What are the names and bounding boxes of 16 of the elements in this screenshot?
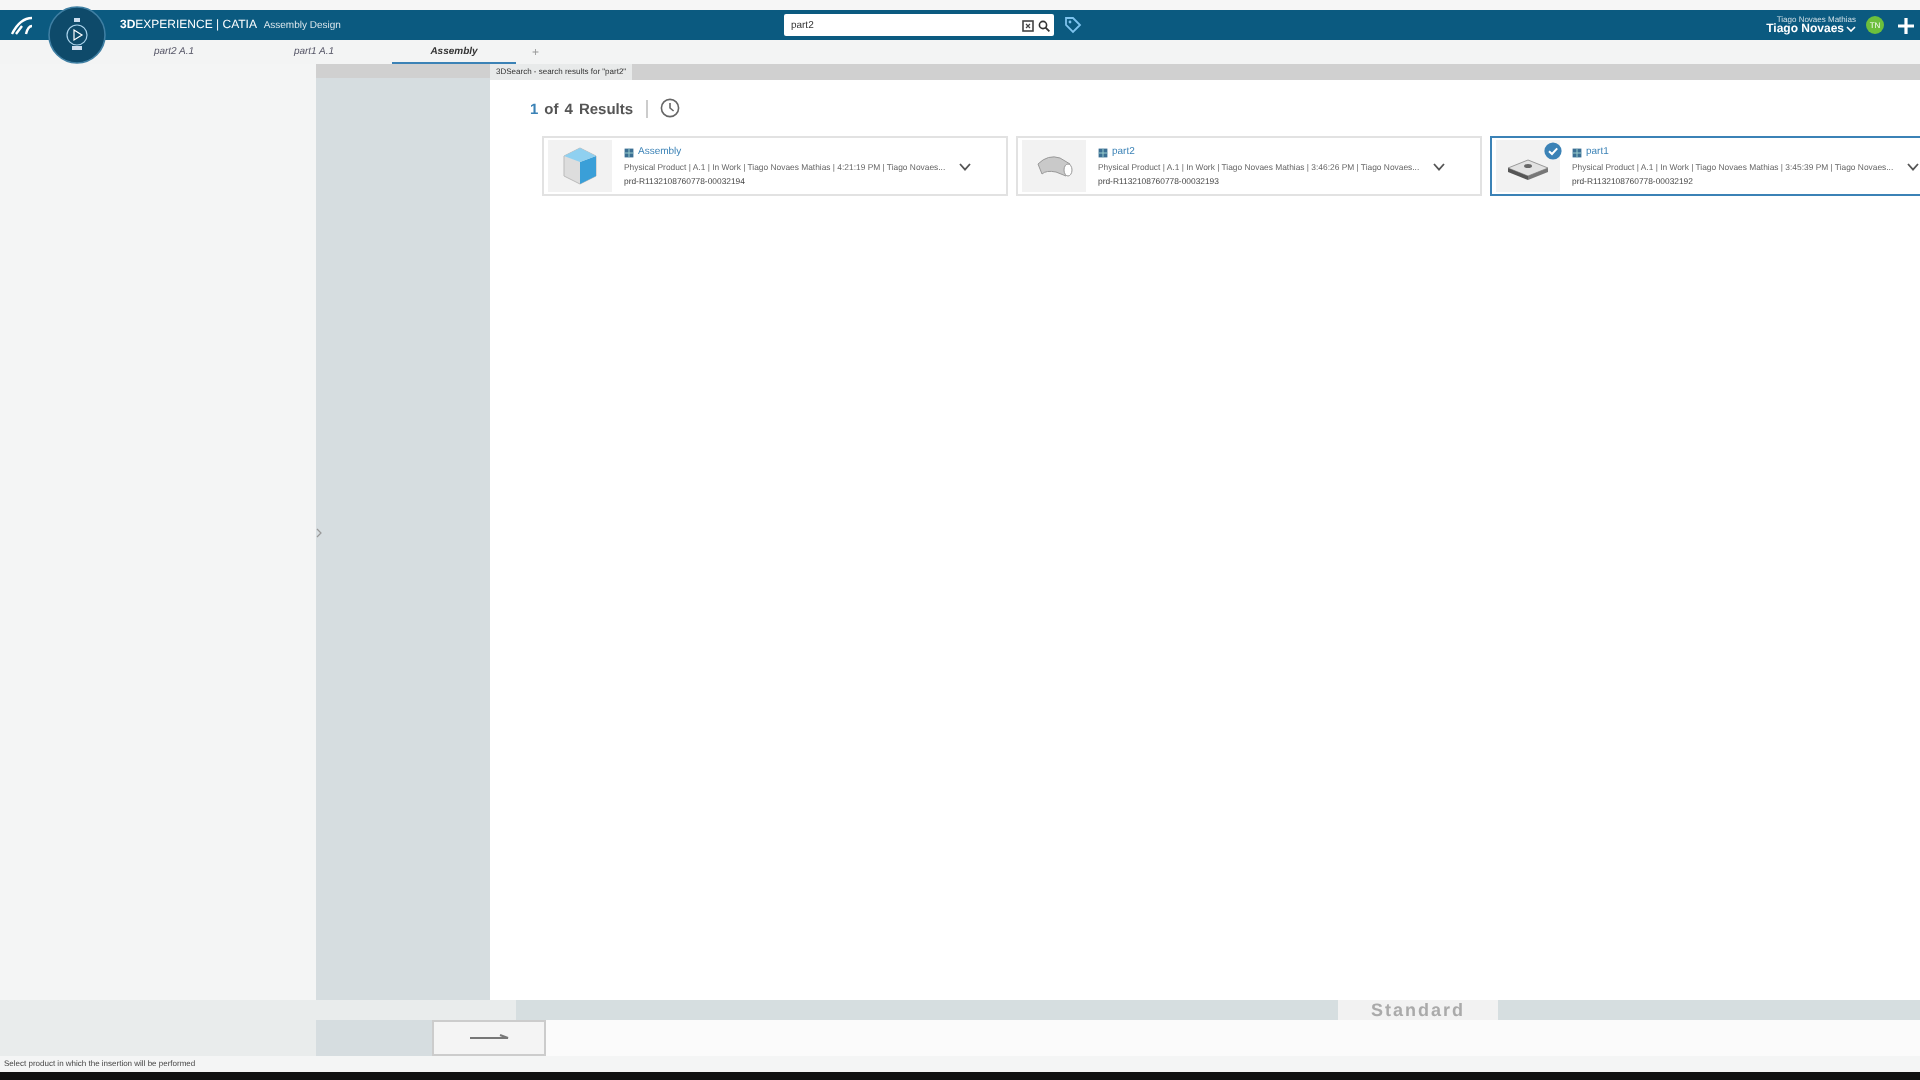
clear-icon[interactable] [1022, 19, 1035, 31]
product-icon [1098, 147, 1108, 157]
compass-icon[interactable] [48, 6, 106, 64]
clock-icon[interactable] [659, 98, 680, 118]
toolbar-button[interactable] [432, 1020, 546, 1056]
product-icon [1572, 147, 1582, 157]
add-icon[interactable] [1896, 15, 1916, 35]
chevron-down-icon[interactable] [957, 161, 972, 171]
chevron-down-icon[interactable] [1905, 161, 1920, 171]
search-icon[interactable] [1038, 19, 1051, 31]
cube-thumbnail [558, 146, 602, 186]
product-icon [624, 147, 634, 157]
chevron-down-icon[interactable] [1431, 161, 1446, 171]
check-icon [1544, 142, 1562, 160]
tag-icon[interactable] [1064, 16, 1083, 34]
logo-icon [8, 13, 36, 37]
